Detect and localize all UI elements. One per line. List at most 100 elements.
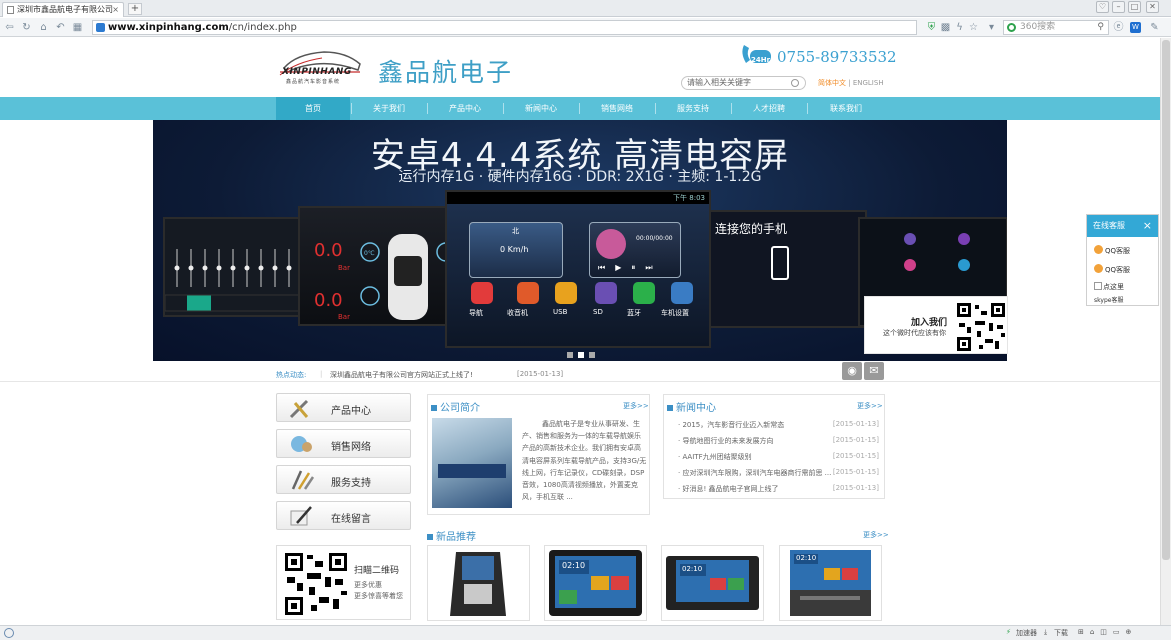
new-tab-button[interactable]: + xyxy=(128,3,142,15)
qq-service-link[interactable]: QQ客服 xyxy=(1094,264,1130,275)
nav-news[interactable]: 新闻中心 xyxy=(504,97,578,120)
status-globe-icon xyxy=(4,628,14,638)
site-search-placeholder: 请输入相关关键字 xyxy=(687,78,751,87)
site-search-input[interactable]: 请输入相关关键字 xyxy=(681,76,806,90)
product-card[interactable]: 02:10 xyxy=(779,545,882,621)
back-icon[interactable]: ⇦ xyxy=(3,21,16,34)
lang-english-link[interactable]: ENGLISH xyxy=(853,79,884,87)
weibo-icon[interactable]: ◉ xyxy=(842,362,862,380)
news-item[interactable]: · 2015，汽车影音行业迈入新常态 [2015-01-13] xyxy=(678,420,883,430)
news-more-link[interactable]: 更多>> xyxy=(857,401,883,411)
screen-clock: 下午 8:03 xyxy=(673,194,705,202)
nav-about[interactable]: 关于我们 xyxy=(352,97,426,120)
nav-home[interactable]: 首页 xyxy=(276,97,350,120)
page-scrollbar[interactable] xyxy=(1160,38,1171,625)
heart-icon[interactable]: ♡ xyxy=(1096,1,1109,13)
intro-title[interactable]: 公司简介 xyxy=(431,399,480,414)
url-bar[interactable]: www.xinpinhang.com/cn/index.php xyxy=(92,20,917,35)
intro-more-link[interactable]: 更多>> xyxy=(623,401,649,411)
browser-tab[interactable]: 深圳市鑫品航电子有限公司 × xyxy=(2,2,124,17)
qr-icon[interactable]: ▩ xyxy=(939,21,952,34)
news-item-text: · 应对深圳汽车限购，深圳汽车电器商行需前思 ... xyxy=(678,469,832,477)
download-icon[interactable]: ⤓ xyxy=(1044,628,1047,637)
nav-products[interactable]: 产品中心 xyxy=(428,97,502,120)
qq-service-link[interactable]: QQ客服 xyxy=(1094,245,1130,256)
click-here-link[interactable]: 点这里 xyxy=(1094,282,1124,292)
join-subtitle: 这个微时代应该有你 xyxy=(883,329,946,337)
nav-contact[interactable]: 联系我们 xyxy=(808,97,884,120)
qq-icon xyxy=(1094,245,1103,254)
download-label[interactable]: 下载 xyxy=(1054,628,1068,638)
carousel-dot[interactable] xyxy=(589,352,595,358)
sidebar-products-button[interactable]: 产品中心 xyxy=(276,393,411,422)
carousel-dot-active[interactable] xyxy=(578,352,584,358)
news-item[interactable]: · 好消息! 鑫品航电子官网上线了 [2015-01-13] xyxy=(678,484,883,494)
phone-icon xyxy=(771,246,789,280)
refresh-icon[interactable]: ↻ xyxy=(20,21,33,34)
maximize-button[interactable]: □ xyxy=(1128,1,1141,13)
close-window-button[interactable]: ✕ xyxy=(1146,1,1159,13)
sidebar-sales-label: 销售网络 xyxy=(331,442,371,453)
sidebar-sales-button[interactable]: 销售网络 xyxy=(276,429,411,458)
news-title-text: 新闻中心 xyxy=(676,403,716,414)
nav-sales-network[interactable]: 销售网络 xyxy=(580,97,654,120)
news-item-text: · 2015，汽车影音行业迈入新常态 xyxy=(678,421,785,429)
search-box[interactable]: 360搜索 ⚲ xyxy=(1003,20,1109,35)
lang-chinese-link[interactable]: 简体中文 xyxy=(818,79,846,87)
products-title[interactable]: 新品推荐 xyxy=(427,528,476,543)
music-widget: 00:00/00:00 ⏮▶⏸⏭ xyxy=(589,222,681,278)
news-item[interactable]: · 应对深圳汽车限购，深圳汽车电器商行需前思 ... [2015-01-15] xyxy=(678,468,883,478)
search-icon[interactable]: ⚲ xyxy=(1097,21,1104,34)
news-item-date: [2015-01-15] xyxy=(832,452,879,460)
accelerator-label[interactable]: 加速器 xyxy=(1016,628,1037,638)
phone-number: 0755-89733532 xyxy=(777,48,897,66)
ie-icon[interactable]: ⓔ xyxy=(1112,21,1125,34)
home-icon[interactable]: ⌂ xyxy=(37,21,50,34)
wechat-icon[interactable]: ✉ xyxy=(864,362,884,380)
security-shield-icon[interactable]: ⛨ xyxy=(925,21,938,34)
product-card[interactable] xyxy=(427,545,530,621)
tab-close-icon[interactable]: × xyxy=(112,3,119,16)
news-item[interactable]: · AAITF九州团结聚级别 [2015-01-15] xyxy=(678,452,883,462)
hotnews-date: [2015-01-13] xyxy=(517,370,564,378)
hotnews-link[interactable]: 深圳鑫品航电子有限公司官方网站正式上线了! xyxy=(330,370,473,380)
company-photo[interactable] xyxy=(432,418,512,508)
skype-service-link[interactable]: skype客服 xyxy=(1094,295,1123,304)
nav-careers[interactable]: 人才招聘 xyxy=(732,97,806,120)
site-qr-code xyxy=(283,551,349,617)
logo-chinese[interactable]: 鑫品航电子 xyxy=(378,53,513,89)
compass-north: 北 xyxy=(512,227,519,235)
wrench-screwdriver-icon xyxy=(291,470,315,490)
service-title: 在线客服 xyxy=(1093,221,1125,230)
undo-icon[interactable]: ↶ xyxy=(54,21,67,34)
url-host: www.xinpinhang.com xyxy=(108,22,229,33)
news-title[interactable]: 新闻中心 xyxy=(667,399,716,414)
hotnews-label: 热点动态: xyxy=(276,371,307,379)
product-screen-time: 02:10 xyxy=(796,554,817,562)
product-card[interactable]: 02:10 xyxy=(544,545,647,621)
status-tool-icons[interactable]: ⊞⌂◫▭⊕ xyxy=(1078,628,1137,636)
product-card[interactable]: 02:10 xyxy=(661,545,764,621)
sidebar-support-button[interactable]: 服务支持 xyxy=(276,465,411,494)
news-item[interactable]: · 导航地图行业的未来发展方向 [2015-01-15] xyxy=(678,436,883,446)
scrollbar-thumb[interactable] xyxy=(1162,40,1170,560)
dropdown-icon[interactable]: ▾ xyxy=(985,21,998,34)
grid-icon[interactable]: ▦ xyxy=(71,21,84,34)
star-icon[interactable]: ☆ xyxy=(967,21,980,34)
lightning-icon[interactable]: ϟ xyxy=(953,21,966,34)
intro-title-text: 公司简介 xyxy=(440,403,480,414)
site-search-icon[interactable] xyxy=(791,79,799,87)
logo-tagline: 鑫品航汽车影音系统 xyxy=(286,79,341,85)
weibo-tool-icon[interactable]: W xyxy=(1130,22,1141,33)
tools-icon[interactable]: ✎ xyxy=(1148,21,1161,34)
music-time: 00:00/00:00 xyxy=(636,235,673,242)
products-more-link[interactable]: 更多>> xyxy=(863,530,889,540)
sidebar-message-button[interactable]: 在线留言 xyxy=(276,501,411,530)
minimize-button[interactable]: – xyxy=(1112,1,1125,13)
app-radio: 收音机 xyxy=(507,309,528,317)
accelerator-icon[interactable]: ⚡ xyxy=(1006,628,1011,636)
carousel-dot[interactable] xyxy=(567,352,573,358)
product-image xyxy=(549,550,642,616)
service-close-icon[interactable]: × xyxy=(1143,215,1152,237)
nav-support[interactable]: 服务支持 xyxy=(656,97,730,120)
